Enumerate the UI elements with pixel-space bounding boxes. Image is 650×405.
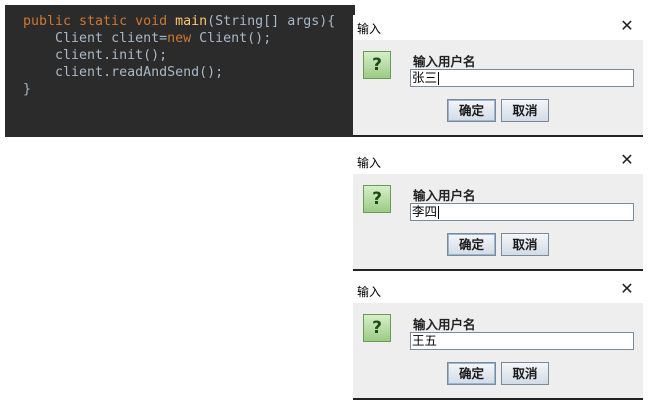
code-line-2: Client client=new Client(); [23, 30, 355, 47]
dialog-titlebar: 输入 ✕ [353, 278, 643, 303]
divider [353, 269, 643, 271]
close-icon[interactable]: ✕ [617, 279, 637, 299]
code-text: Client client= [55, 31, 168, 46]
cancel-button[interactable]: 取消 [501, 362, 549, 385]
code-line-4: client.readAndSend(); [23, 64, 355, 81]
close-icon[interactable]: ✕ [617, 150, 637, 170]
cancel-button[interactable]: 取消 [501, 233, 549, 256]
code-text: client.init(); [55, 48, 168, 63]
prompt-label: 输入用户名 [413, 317, 476, 332]
question-glyph: ? [372, 55, 382, 75]
divider [353, 398, 643, 400]
code-keyword-new: new [167, 31, 192, 46]
text-caret [438, 72, 440, 85]
question-icon: ? [363, 51, 391, 79]
close-icon[interactable]: ✕ [617, 16, 637, 36]
code-method-name: main [175, 14, 208, 29]
username-value: 李四 [412, 204, 438, 219]
dialog-title: 输入 [357, 22, 382, 36]
ok-button[interactable]: 确定 [447, 99, 496, 122]
prompt-label: 输入用户名 [413, 54, 476, 69]
username-input[interactable]: 张三 [410, 69, 634, 87]
code-keywords: public static void [23, 14, 176, 29]
text-caret [438, 206, 440, 219]
code-line-1: public static void main(String[] args){ [23, 13, 355, 30]
ok-button[interactable]: 确定 [447, 362, 496, 385]
cancel-button[interactable]: 取消 [501, 99, 549, 122]
dialog-title: 输入 [357, 285, 382, 299]
input-dialog-1: 输入 ✕ ? 输入用户名 张三 确定 取消 [353, 15, 643, 137]
input-dialog-2: 输入 ✕ ? 输入用户名 李四 确定 取消 [353, 149, 643, 271]
ok-button[interactable]: 确定 [447, 233, 496, 256]
input-dialog-3: 输入 ✕ ? 输入用户名 王五 确定 取消 [353, 278, 643, 400]
code-signature: (String[] args){ [207, 14, 336, 29]
divider [353, 135, 643, 137]
code-line-3: client.init(); [23, 47, 355, 64]
code-editor: public static void main(String[] args){ … [5, 5, 355, 137]
question-icon: ? [363, 314, 391, 342]
dialog-title: 输入 [357, 156, 382, 170]
dialog-titlebar: 输入 ✕ [353, 15, 643, 40]
code-text: client.readAndSend(); [55, 65, 224, 80]
question-glyph: ? [372, 189, 382, 209]
username-input[interactable]: 王五 [410, 332, 634, 350]
username-input[interactable]: 李四 [410, 203, 634, 221]
username-value: 王五 [412, 333, 438, 348]
prompt-label: 输入用户名 [413, 188, 476, 203]
username-value: 张三 [412, 70, 438, 85]
question-glyph: ? [372, 318, 382, 338]
code-text: Client(); [191, 31, 272, 46]
code-text: } [23, 82, 32, 97]
dialog-titlebar: 输入 ✕ [353, 149, 643, 174]
question-icon: ? [363, 185, 391, 213]
code-line-5: } [23, 81, 355, 98]
